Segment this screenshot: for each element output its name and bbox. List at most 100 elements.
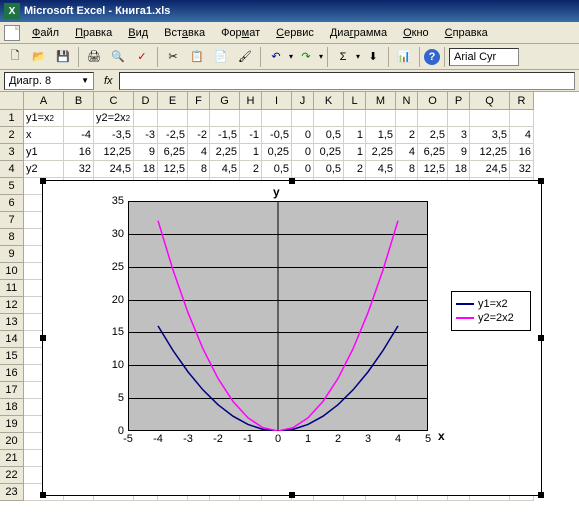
- cell[interactable]: 6,25: [158, 144, 188, 161]
- column-header[interactable]: R: [510, 92, 534, 110]
- row-header[interactable]: 9: [0, 246, 24, 263]
- cell[interactable]: 4: [510, 127, 534, 144]
- cell[interactable]: y2: [24, 161, 64, 178]
- cell[interactable]: 4: [396, 144, 418, 161]
- row-header[interactable]: 11: [0, 280, 24, 297]
- cell[interactable]: -1,5: [210, 127, 240, 144]
- cell[interactable]: [188, 110, 210, 127]
- cell[interactable]: 32: [510, 161, 534, 178]
- cell[interactable]: 0: [292, 161, 314, 178]
- chart-object[interactable]: 05101520253035-5-4-3-2-1012345yxy1=x2y2=…: [42, 180, 542, 496]
- column-header[interactable]: K: [314, 92, 344, 110]
- sum-dropdown-icon[interactable]: ▾: [356, 52, 360, 61]
- column-header[interactable]: E: [158, 92, 188, 110]
- row-header[interactable]: 6: [0, 195, 24, 212]
- legend-item[interactable]: y1=x2: [456, 298, 526, 310]
- help-icon[interactable]: ?: [424, 49, 440, 65]
- sort-icon[interactable]: ⬇: [362, 46, 384, 68]
- column-header[interactable]: P: [448, 92, 470, 110]
- selection-handle[interactable]: [289, 178, 295, 184]
- undo-dropdown-icon[interactable]: ▾: [289, 52, 293, 61]
- menu-view[interactable]: Вид: [120, 25, 156, 41]
- selection-handle[interactable]: [40, 492, 46, 498]
- cell[interactable]: x: [24, 127, 64, 144]
- print-icon[interactable]: 🖨: [83, 46, 105, 68]
- redo-icon[interactable]: ↷: [295, 46, 317, 68]
- cell[interactable]: -3: [134, 127, 158, 144]
- row-header[interactable]: 20: [0, 433, 24, 450]
- menu-format[interactable]: Формат: [213, 25, 268, 41]
- cell[interactable]: 0: [292, 144, 314, 161]
- cell[interactable]: 0,25: [262, 144, 292, 161]
- row-header[interactable]: 13: [0, 314, 24, 331]
- row-header[interactable]: 10: [0, 263, 24, 280]
- cut-icon[interactable]: ✂: [162, 46, 184, 68]
- cell[interactable]: 2,5: [418, 127, 448, 144]
- cell[interactable]: [448, 110, 470, 127]
- menu-window[interactable]: Окно: [395, 25, 437, 41]
- select-all-corner[interactable]: [0, 92, 24, 110]
- cell[interactable]: 1: [344, 127, 366, 144]
- font-name-select[interactable]: Arial Cyr: [449, 48, 519, 66]
- formula-input[interactable]: [119, 72, 575, 90]
- open-icon[interactable]: 📂: [28, 46, 50, 68]
- cell[interactable]: 0,5: [314, 127, 344, 144]
- cell[interactable]: [64, 110, 94, 127]
- cell[interactable]: 4: [188, 144, 210, 161]
- name-box-dropdown-icon[interactable]: ▼: [81, 76, 89, 85]
- column-header[interactable]: F: [188, 92, 210, 110]
- cell[interactable]: [292, 110, 314, 127]
- selection-handle[interactable]: [40, 178, 46, 184]
- column-header[interactable]: D: [134, 92, 158, 110]
- cell[interactable]: 32: [64, 161, 94, 178]
- cell[interactable]: 1: [344, 144, 366, 161]
- cell[interactable]: [366, 110, 396, 127]
- preview-icon[interactable]: 🔍: [107, 46, 129, 68]
- cell[interactable]: [210, 110, 240, 127]
- column-header[interactable]: B: [64, 92, 94, 110]
- row-header[interactable]: 4: [0, 161, 24, 178]
- undo-icon[interactable]: ↶: [265, 46, 287, 68]
- chart-wizard-icon[interactable]: 📊: [393, 46, 415, 68]
- row-header[interactable]: 1: [0, 110, 24, 127]
- column-header[interactable]: A: [24, 92, 64, 110]
- selection-handle[interactable]: [40, 335, 46, 341]
- cell[interactable]: 24,5: [470, 161, 510, 178]
- paste-icon[interactable]: 📄: [210, 46, 232, 68]
- cell[interactable]: 0,5: [262, 161, 292, 178]
- cell[interactable]: [134, 110, 158, 127]
- row-header[interactable]: 18: [0, 399, 24, 416]
- name-box[interactable]: Диагр. 8 ▼: [4, 72, 94, 90]
- menu-help[interactable]: Справка: [437, 25, 496, 41]
- cell[interactable]: [240, 110, 262, 127]
- row-header[interactable]: 21: [0, 450, 24, 467]
- row-header[interactable]: 23: [0, 484, 24, 501]
- row-header[interactable]: 5: [0, 178, 24, 195]
- format-painter-icon[interactable]: 🖌: [234, 46, 256, 68]
- cell[interactable]: 6,25: [418, 144, 448, 161]
- cell[interactable]: -1: [240, 127, 262, 144]
- cell[interactable]: [344, 110, 366, 127]
- cell[interactable]: 16: [510, 144, 534, 161]
- column-header[interactable]: N: [396, 92, 418, 110]
- column-header[interactable]: O: [418, 92, 448, 110]
- cell[interactable]: -2: [188, 127, 210, 144]
- cell[interactable]: 12,25: [94, 144, 134, 161]
- document-icon[interactable]: [4, 25, 20, 41]
- cell[interactable]: [314, 110, 344, 127]
- fx-label[interactable]: fx: [98, 75, 119, 87]
- column-header[interactable]: L: [344, 92, 366, 110]
- cell[interactable]: 1: [240, 144, 262, 161]
- cell[interactable]: 4,5: [210, 161, 240, 178]
- cell[interactable]: 2,25: [210, 144, 240, 161]
- cell[interactable]: 18: [448, 161, 470, 178]
- copy-icon[interactable]: 📋: [186, 46, 208, 68]
- row-header[interactable]: 2: [0, 127, 24, 144]
- save-icon[interactable]: 💾: [52, 46, 74, 68]
- cell[interactable]: 2: [396, 127, 418, 144]
- legend-item[interactable]: y2=2x2: [456, 312, 526, 324]
- cell[interactable]: 12,25: [470, 144, 510, 161]
- menu-edit[interactable]: Правка: [67, 25, 120, 41]
- row-header[interactable]: 17: [0, 382, 24, 399]
- row-header[interactable]: 3: [0, 144, 24, 161]
